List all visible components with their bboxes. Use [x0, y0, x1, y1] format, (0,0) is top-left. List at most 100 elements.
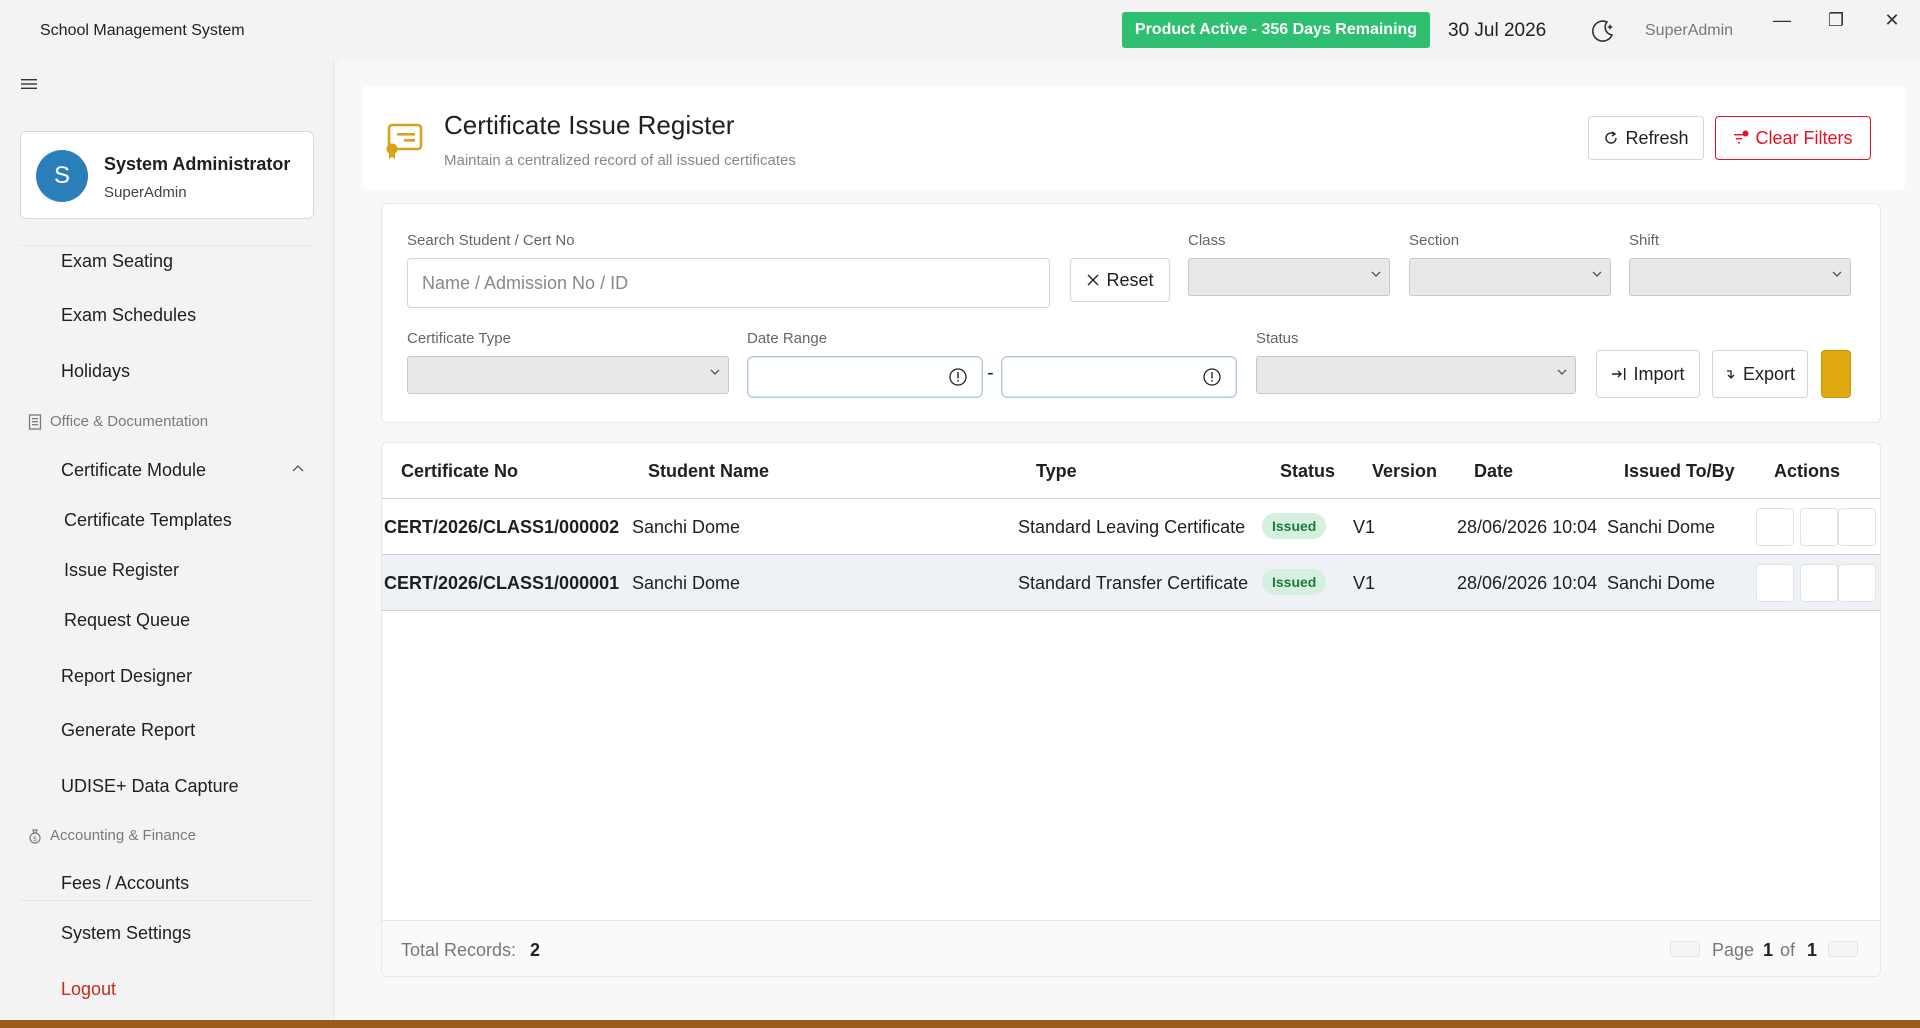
page-title: Certificate Issue Register	[444, 110, 735, 140]
page-current: 1	[1763, 940, 1774, 960]
sidebar-section-label: Accounting & Finance	[50, 827, 196, 844]
minimize-button[interactable]: —	[1762, 8, 1802, 32]
chevron-up-icon[interactable]	[292, 464, 304, 472]
class-label: Class	[1188, 232, 1226, 249]
current-date: 30 Jul 2026	[1448, 20, 1547, 41]
chevron-down-icon	[1371, 271, 1381, 277]
clear-filter-icon	[1734, 130, 1749, 144]
column-header-issued-to[interactable]: Issued To/By	[1624, 461, 1735, 482]
sidebar-item-system-settings[interactable]: System Settings	[61, 923, 191, 944]
table-row[interactable]: CERT/2026/CLASS1/000001 Sanchi Dome Stan…	[382, 555, 1880, 611]
profile-card[interactable]: S System Administrator SuperAdmin	[20, 131, 314, 219]
import-icon	[1612, 368, 1626, 380]
column-header-type[interactable]: Type	[1036, 461, 1077, 482]
total-records-value: 2	[530, 940, 541, 960]
cell-version: V1	[1353, 573, 1376, 593]
date-to-input[interactable]	[1001, 356, 1237, 398]
sidebar-divider	[20, 245, 314, 246]
view-action-button[interactable]	[1756, 564, 1794, 602]
column-header-status[interactable]: Status	[1280, 461, 1335, 482]
sidebar-item-report-designer[interactable]: Report Designer	[61, 666, 192, 687]
certificate-icon	[386, 123, 423, 159]
column-header-cert-no[interactable]: Certificate No	[401, 461, 518, 482]
avatar: S	[36, 150, 88, 202]
cell-cert-no: CERT/2026/CLASS1/000002	[384, 517, 620, 537]
restore-button[interactable]: ❐	[1816, 8, 1856, 32]
document-icon	[28, 413, 42, 430]
sidebar-item-issue-register[interactable]: Issue Register	[64, 560, 179, 581]
reset-button[interactable]: Reset	[1070, 258, 1170, 302]
sidebar-item-exam-schedules[interactable]: Exam Schedules	[61, 305, 196, 326]
import-button[interactable]: Import	[1596, 350, 1700, 398]
app-title: School Management System	[40, 22, 245, 39]
cell-type: Standard Leaving Certificate	[1018, 517, 1246, 537]
chevron-down-icon	[1592, 271, 1602, 277]
section-select[interactable]	[1409, 258, 1611, 296]
refresh-label: Refresh	[1625, 127, 1689, 148]
reset-label: Reset	[1106, 269, 1154, 290]
clear-filters-button[interactable]: Clear Filters	[1715, 116, 1871, 160]
info-icon[interactable]	[1202, 367, 1222, 387]
info-icon[interactable]	[948, 367, 968, 387]
more-actions-button[interactable]	[1821, 350, 1851, 398]
section-label: Section	[1409, 232, 1460, 249]
status-label: Status	[1256, 330, 1299, 347]
sidebar-item-exam-seating[interactable]: Exam Seating	[61, 251, 173, 272]
class-select[interactable]	[1188, 258, 1390, 296]
certificate-type-select[interactable]	[407, 356, 729, 394]
view-action-button[interactable]	[1756, 508, 1794, 546]
cell-date: 28/06/2026 10:04	[1457, 517, 1598, 537]
table-header: Certificate No Student Name Type Status …	[382, 443, 1880, 499]
table-row[interactable]: CERT/2026/CLASS1/000002 Sanchi Dome Stan…	[382, 499, 1880, 555]
taskbar-strip	[0, 1020, 1920, 1028]
status-select[interactable]	[1256, 356, 1576, 394]
sidebar-divider	[20, 900, 314, 901]
export-button[interactable]: Export	[1712, 350, 1808, 398]
cell-student: Sanchi Dome	[632, 573, 741, 593]
page-of-label: of	[1780, 940, 1796, 960]
sidebar-item-generate-report[interactable]: Generate Report	[61, 720, 195, 741]
sidebar-section-accounting: $ Accounting & Finance	[28, 827, 196, 844]
search-input[interactable]: Name / Admission No / ID	[407, 258, 1050, 308]
shift-label: Shift	[1629, 232, 1660, 249]
sidebar-item-logout[interactable]: Logout	[61, 979, 116, 1000]
previous-page-button[interactable]	[1670, 941, 1700, 957]
print-action-button[interactable]	[1800, 564, 1838, 602]
main-content: Certificate Issue Register Maintain a ce…	[336, 60, 1920, 1028]
sidebar-item-certificate-module[interactable]: Certificate Module	[61, 460, 206, 481]
column-header-date[interactable]: Date	[1474, 461, 1513, 482]
export-label: Export	[1742, 363, 1796, 384]
column-header-version[interactable]: Version	[1372, 461, 1437, 482]
page-subtitle: Maintain a centralized record of all iss…	[444, 152, 796, 169]
close-window-button[interactable]: ✕	[1872, 8, 1912, 32]
status-badge: Issued	[1262, 513, 1327, 539]
cell-version: V1	[1353, 517, 1376, 537]
cell-type: Standard Transfer Certificate	[1018, 573, 1249, 593]
cell-student: Sanchi Dome	[632, 517, 741, 537]
more-action-button[interactable]	[1838, 508, 1876, 546]
sidebar-item-request-queue[interactable]: Request Queue	[64, 610, 190, 631]
sidebar-item-holidays[interactable]: Holidays	[61, 361, 130, 382]
sidebar-section-office: Office & Documentation	[28, 413, 208, 430]
current-user-label: SuperAdmin	[1645, 22, 1734, 39]
date-from-input[interactable]	[747, 356, 983, 398]
next-page-button[interactable]	[1828, 941, 1858, 957]
total-records-label: Total Records:	[401, 940, 517, 960]
sidebar-item-fees[interactable]: Fees / Accounts	[61, 873, 189, 894]
svg-text:$: $	[33, 835, 37, 843]
theme-toggle-moon-icon[interactable]	[1590, 18, 1616, 44]
column-header-student[interactable]: Student Name	[648, 461, 769, 482]
hamburger-menu-icon[interactable]	[20, 76, 40, 92]
title-bar: School Management System Product Active …	[0, 0, 1920, 60]
refresh-button[interactable]: Refresh	[1588, 116, 1704, 160]
profile-name: System Administrator	[104, 154, 291, 174]
more-action-button[interactable]	[1838, 564, 1876, 602]
shift-select[interactable]	[1629, 258, 1851, 296]
table-footer: Total Records: 2 Page 1 of 1	[382, 920, 1880, 976]
sidebar-item-udise[interactable]: UDISE+ Data Capture	[61, 776, 239, 797]
close-icon	[1087, 274, 1099, 286]
print-action-button[interactable]	[1800, 508, 1838, 546]
money-bag-icon: $	[29, 828, 41, 844]
date-separator: -	[987, 362, 994, 384]
sidebar-item-certificate-templates[interactable]: Certificate Templates	[64, 510, 232, 531]
